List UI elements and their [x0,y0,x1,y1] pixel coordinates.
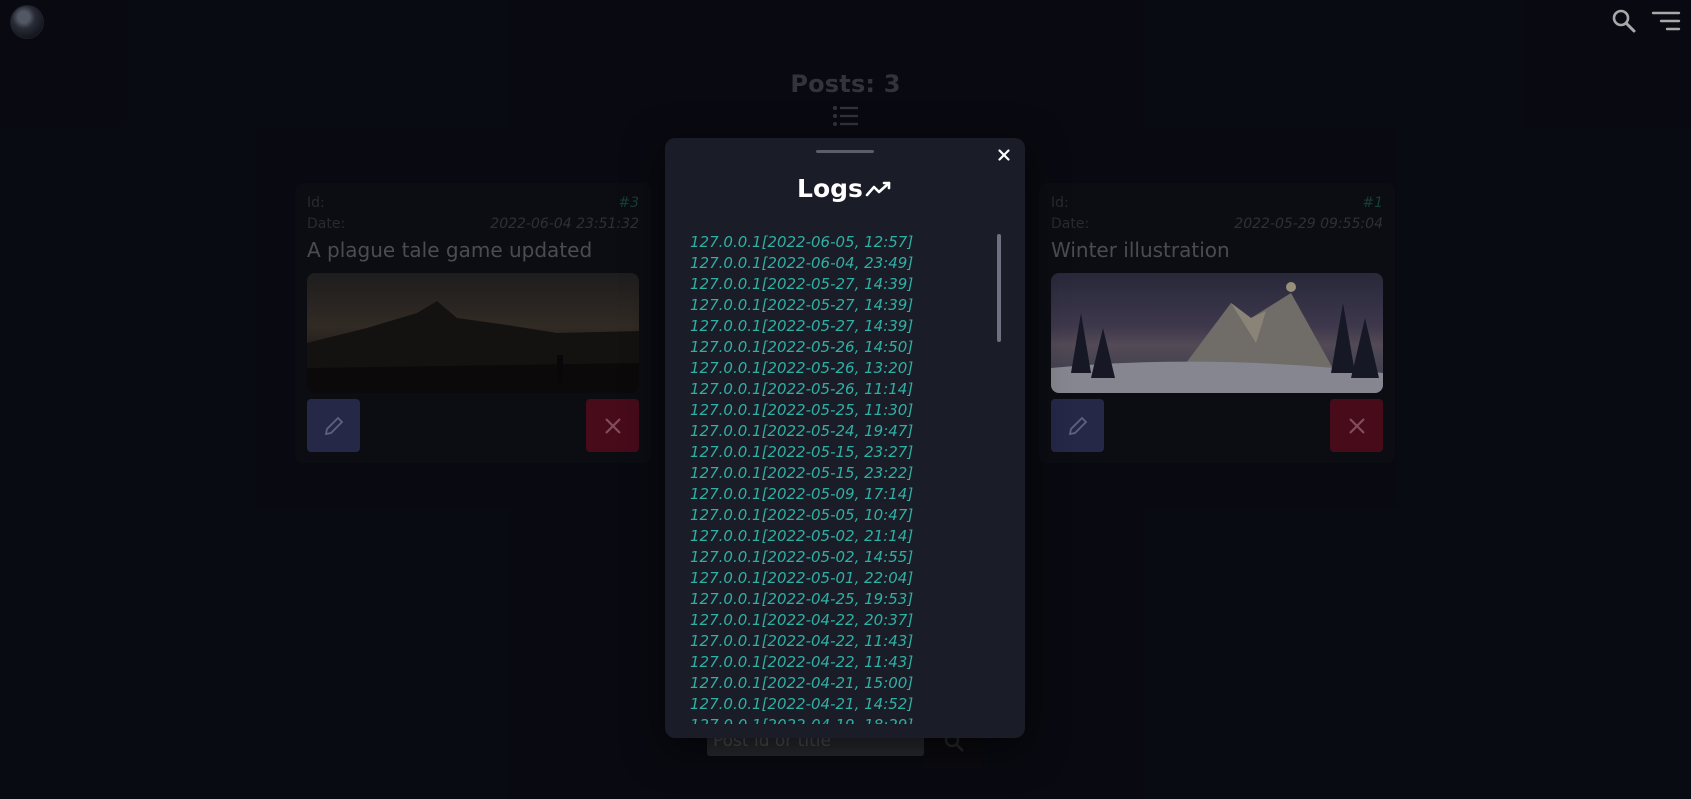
log-entry: 127.0.0.1[2022-05-09, 17:14] [690,485,914,503]
log-entry: 127.0.0.1[2022-05-05, 10:47] [690,506,914,524]
log-entry: 127.0.0.1[2022-05-26, 13:20] [690,359,914,377]
trend-icon [865,181,891,196]
log-entry: 127.0.0.1[2022-05-27, 14:39] [690,275,914,293]
log-entry: 127.0.0.1[2022-04-21, 14:52] [690,695,914,713]
log-entry: 127.0.0.1[2022-05-26, 14:50] [690,338,914,356]
log-entry: 127.0.0.1[2022-04-21, 15:00] [690,674,914,692]
log-entry: 127.0.0.1[2022-05-01, 22:04] [690,569,914,587]
log-entry: 127.0.0.1[2022-04-25, 19:53] [690,590,914,608]
logs-modal: Logs 127.0.0.1[2022-06-05, 12:57] 127.0.0… [665,138,1025,738]
log-entry: 127.0.0.1[2022-04-22, 20:37] [690,611,914,629]
log-entry: 127.0.0.1[2022-05-25, 11:30] [690,401,914,419]
log-list[interactable]: 127.0.0.1[2022-06-05, 12:57] 127.0.0.1[20… [690,232,985,724]
close-icon[interactable] [995,146,1013,164]
log-scrollbar[interactable] [997,234,1001,342]
log-entry: 127.0.0.1[2022-06-05, 12:57] [690,233,914,251]
log-entry: 127.0.0.1[2022-04-22, 11:43] [690,632,914,650]
log-entry: 127.0.0.1[2022-04-19, 18:29] [690,715,985,724]
log-entry: 127.0.0.1[2022-04-22, 11:43] [690,653,914,671]
modal-title-text: Logs [797,174,863,203]
log-entry: 127.0.0.1[2022-05-24, 19:47] [690,422,914,440]
drag-handle[interactable] [816,150,874,153]
log-entry: 127.0.0.1[2022-05-27, 14:39] [690,317,914,335]
log-entry: 127.0.0.1[2022-05-27, 14:39] [690,296,914,314]
log-entry: 127.0.0.1[2022-05-15, 23:27] [690,443,914,461]
log-entry: 127.0.0.1[2022-06-04, 23:49] [690,254,914,272]
modal-title: Logs [665,174,1025,203]
log-entry: 127.0.0.1[2022-05-15, 23:22] [690,464,914,482]
log-entry: 127.0.0.1[2022-05-26, 11:14] [690,380,914,398]
log-entry: 127.0.0.1[2022-05-02, 14:55] [690,548,914,566]
log-entry: 127.0.0.1[2022-05-02, 21:14] [690,527,914,545]
